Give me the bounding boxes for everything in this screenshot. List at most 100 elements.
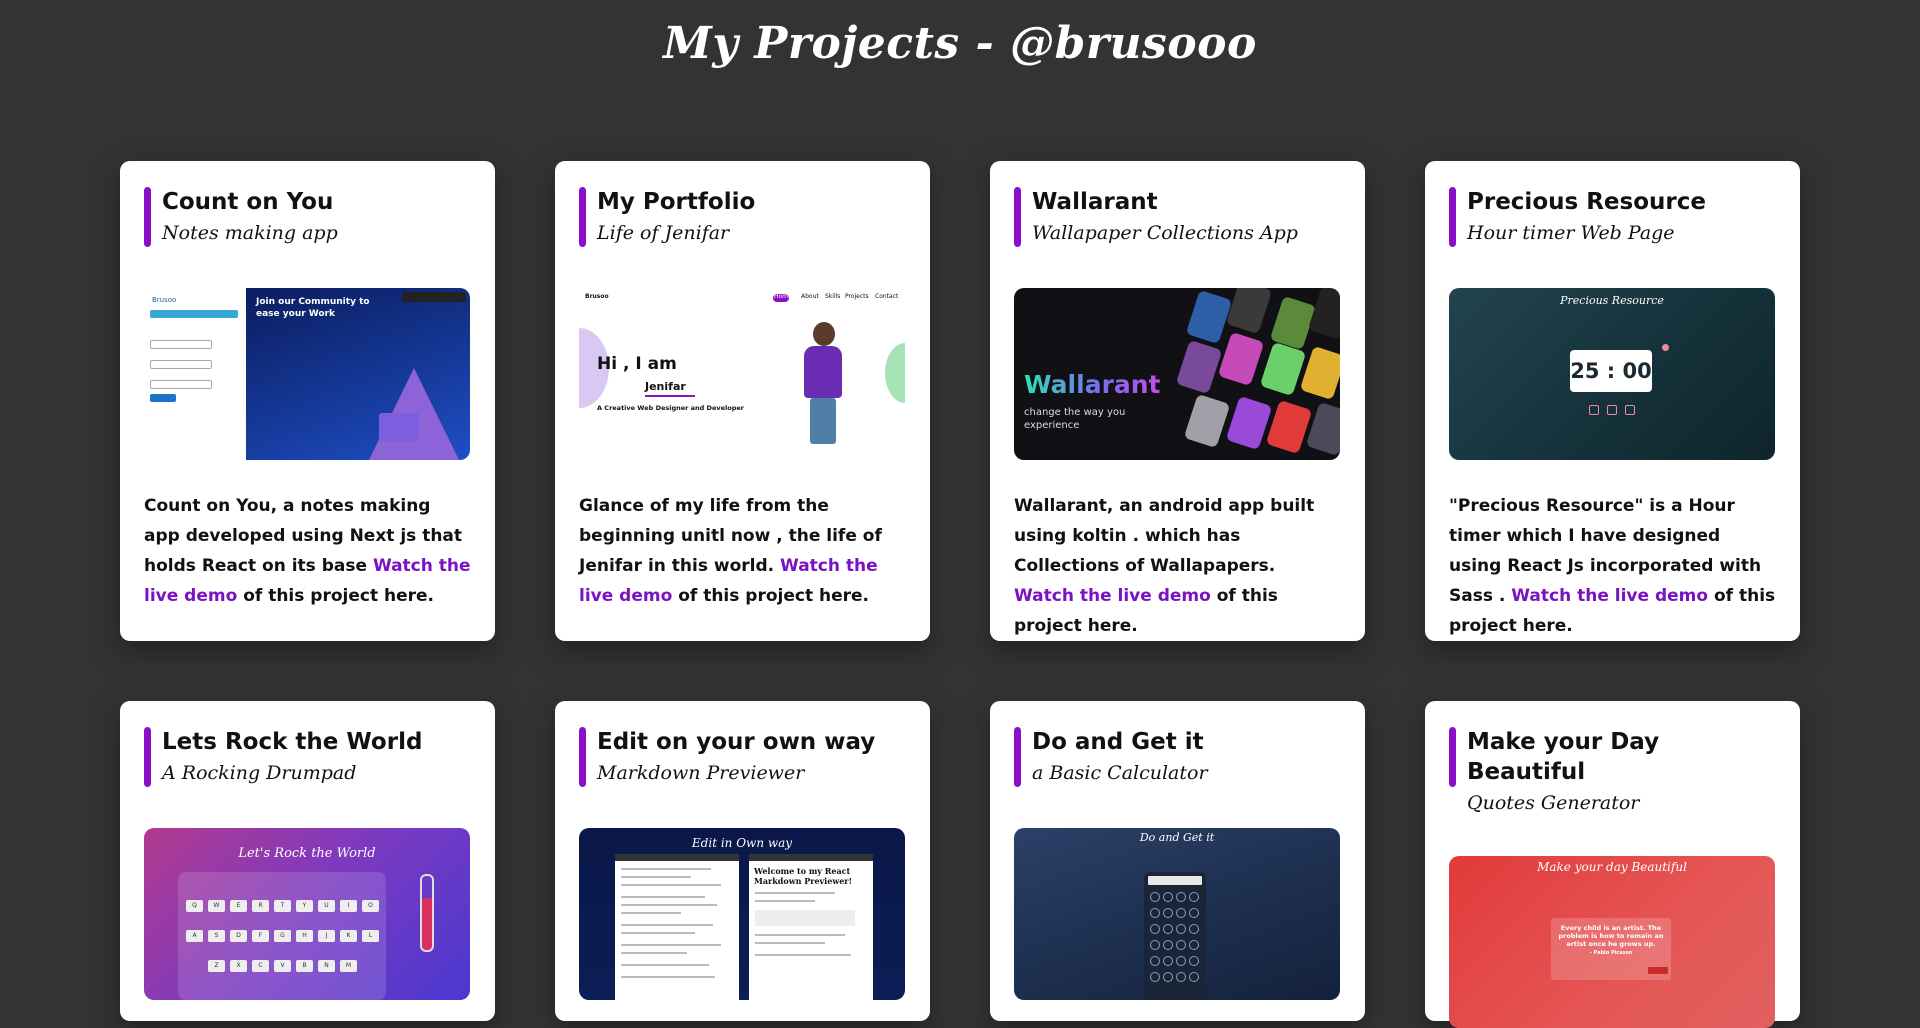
preview-new-quote-button [1648, 967, 1668, 974]
card-header: Make your Day Beautiful Quotes Generator [1449, 727, 1776, 817]
drum-key: K [340, 930, 357, 942]
card-header: Do and Get it a Basic Calculator [1014, 727, 1341, 789]
drum-key: L [362, 930, 379, 942]
drum-key: A [186, 930, 203, 942]
project-screenshot: Let's Rock the World QWERTYUIO ASDFGHJKL Z… [144, 828, 470, 1000]
project-card: Make your Day Beautiful Quotes Generator… [1425, 701, 1800, 1028]
drum-key: U [318, 900, 335, 912]
card-title: Make your Day Beautiful [1467, 729, 1660, 785]
accent-bar [579, 727, 586, 787]
card-title: Do and Get it [1032, 729, 1204, 755]
drum-key: F [252, 930, 269, 942]
accent-bar [144, 727, 151, 787]
calc-button [1176, 908, 1186, 918]
calc-button [1176, 940, 1186, 950]
drum-key: W [208, 900, 225, 912]
card-title: Lets Rock the World [162, 729, 423, 755]
accent-bar [579, 187, 586, 247]
calc-button [1163, 972, 1173, 982]
preview-heading: Edit in Own way [691, 836, 793, 850]
calc-button [1189, 956, 1199, 966]
calc-button [1176, 972, 1186, 982]
card-subtitle: Hour timer Web Page [1467, 222, 1675, 244]
calc-button [1163, 892, 1173, 902]
card-header: Edit on your own way Markdown Previewer [579, 727, 906, 789]
card-header: Count on You Notes making app [144, 187, 471, 249]
project-card: Edit on your own way Markdown Previewer … [555, 701, 930, 1021]
calc-button [1163, 940, 1173, 950]
card-header: Wallarant Wallapaper Collections App [1014, 187, 1341, 249]
project-card: My Portfolio Life of Jenifar Brusoo Home… [555, 161, 930, 641]
project-card: Wallarant Wallapaper Collections App Wal… [990, 161, 1365, 641]
drum-key: T [274, 900, 291, 912]
accent-bar [1014, 727, 1021, 787]
preview-envelope [379, 413, 419, 441]
card-description: Count on You, a notes making app develop… [144, 496, 471, 606]
preview-heading: Make your day Beautiful [1537, 860, 1687, 874]
card-subtitle: Wallapaper Collections App [1032, 222, 1298, 244]
calc-button [1176, 956, 1186, 966]
drum-key: C [252, 960, 269, 972]
calc-button [1189, 892, 1199, 902]
calc-button [1150, 908, 1160, 918]
card-subtitle: Notes making app [162, 222, 338, 244]
calc-button [1150, 924, 1160, 934]
preview-previewer: Preview Welcome to my React Markdown Pre… [749, 854, 873, 1000]
calc-button [1150, 940, 1160, 950]
page-title: My Projects - @brusooo [663, 18, 1257, 69]
card-title: Count on You [162, 189, 334, 215]
calc-button [1150, 956, 1160, 966]
preview-hello: Hi , I am [597, 354, 677, 374]
preview-field [150, 340, 212, 349]
project-screenshot: Edit in Own way Editor Preview Welcome t… [579, 828, 905, 1000]
drum-key: I [340, 900, 357, 912]
drum-key: E [230, 900, 247, 912]
drum-key: H [296, 930, 313, 942]
preview-tagline: A Creative Web Designer and Developer [597, 404, 744, 412]
calc-button [1189, 924, 1199, 934]
card-header: Lets Rock the World A Rocking Drumpad [144, 727, 471, 789]
drum-key: J [318, 930, 335, 942]
drum-key: R [252, 900, 269, 912]
project-screenshot: Wallarant change the way you experience [1014, 288, 1340, 460]
project-screenshot: Brusoo Join our Community to ease your Wo… [144, 288, 470, 460]
preview-name: Jenifar [645, 380, 686, 393]
preview-brand: Brusoo [152, 296, 177, 304]
card-header: My Portfolio Life of Jenifar [579, 187, 906, 249]
card-description: Glance of my life from the beginning uni… [579, 496, 882, 606]
card-title: Wallarant [1032, 189, 1158, 215]
preview-timer: 25 : 00 [1570, 350, 1652, 392]
avatar-legs [810, 398, 836, 444]
card-subtitle: Markdown Previewer [597, 762, 805, 784]
preview-nav: Brusoo Home About Skills Projects Contac… [585, 293, 899, 302]
preview-editor: Editor [615, 854, 739, 1000]
preview-wordmark: Wallarant [1024, 370, 1161, 399]
drum-key: M [340, 960, 357, 972]
calc-button [1163, 956, 1173, 966]
preview-tagline: change the way you experience [1024, 407, 1126, 431]
preview-field [150, 380, 212, 389]
card-subtitle: a Basic Calculator [1032, 762, 1208, 784]
card-subtitle: A Rocking Drumpad [162, 762, 357, 784]
preview-underline [645, 395, 695, 397]
drum-key: Y [296, 900, 313, 912]
card-title: Edit on your own way [597, 729, 876, 755]
live-demo-link[interactable]: Watch the live demo [1511, 586, 1708, 606]
calc-button [1176, 892, 1186, 902]
project-card: Count on You Notes making app Brusoo Joi… [120, 161, 495, 641]
drum-key: G [274, 930, 291, 942]
drum-key: V [274, 960, 291, 972]
project-screenshot: Precious Resource 25 : 00 [1449, 288, 1775, 460]
drum-key: Z [208, 960, 225, 972]
live-demo-link[interactable]: Watch the live demo [1014, 586, 1211, 606]
project-screenshot: Brusoo Home About Skills Projects Contac… [579, 288, 905, 460]
preview-headline: Join our Community to ease your Work [256, 297, 370, 319]
project-card: Do and Get it a Basic Calculator Do and … [990, 701, 1365, 1021]
accent-bar [1449, 727, 1456, 787]
accent-bar [144, 187, 151, 247]
card-title: Precious Resource [1467, 189, 1706, 215]
drum-key: S [208, 930, 225, 942]
drum-key: O [362, 900, 379, 912]
drum-key: Q [186, 900, 203, 912]
drum-key: X [230, 960, 247, 972]
